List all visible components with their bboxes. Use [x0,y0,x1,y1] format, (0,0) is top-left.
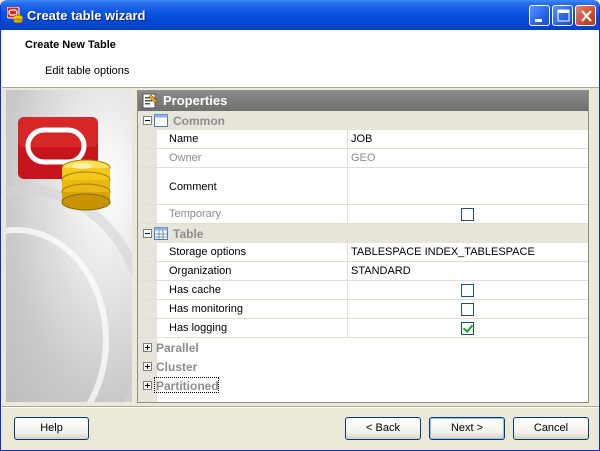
maximize-button[interactable] [552,5,573,26]
close-button[interactable] [575,5,596,26]
column-divider [347,300,348,318]
database-wizard-icon [7,7,23,23]
help-button[interactable]: Help [14,417,89,440]
wizard-header: Create New Table Edit table options [2,30,599,88]
properties-panel: Properties Common Name JOB Owner GEO Com… [137,90,589,403]
column-divider [347,319,348,337]
property-row-has-monitoring[interactable]: Has monitoring [138,300,588,319]
cancel-button[interactable]: Cancel [513,417,589,440]
column-divider [347,243,348,261]
column-divider [347,281,348,299]
column-divider [347,149,348,167]
focus-rectangle [154,377,219,393]
column-divider [347,168,348,204]
property-name: Owner [169,152,202,164]
property-name: Temporary [169,208,221,220]
property-row-temporary: Temporary [138,205,588,224]
owner-value: GEO [351,152,376,164]
has-cache-checkbox[interactable] [461,284,474,297]
property-row-name[interactable]: Name JOB [138,130,588,149]
oracle-database-illustration [6,117,132,402]
category-cluster[interactable]: Cluster [138,357,588,376]
property-row-owner: Owner GEO [138,149,588,168]
property-grid[interactable]: Common Name JOB Owner GEO Comment Tempor… [138,111,588,402]
column-divider [347,205,348,223]
minimize-button[interactable] [529,5,550,26]
maximize-icon [557,9,570,22]
button-bar: Help < Back Next > Cancel [2,406,599,450]
column-divider [347,262,348,280]
property-row-has-cache[interactable]: Has cache [138,281,588,300]
property-row-storage-options[interactable]: Storage options TABLESPACE INDEX_TABLESP… [138,243,588,262]
expand-icon[interactable] [143,381,152,390]
category-common[interactable]: Common [138,111,588,130]
page-subtitle: Edit table options [45,65,130,77]
property-row-has-logging[interactable]: Has logging [138,319,588,338]
category-partitioned[interactable]: Partitioned [138,376,588,395]
temporary-checkbox[interactable] [461,208,474,221]
property-name: Storage options [169,246,247,258]
property-row-comment[interactable]: Comment [138,168,588,205]
property-name: Organization [169,265,232,277]
properties-icon [142,93,158,109]
category-parallel[interactable]: Parallel [138,338,588,357]
property-name: Has cache [169,284,221,296]
category-label: Common [173,114,225,128]
property-name: Comment [169,181,217,193]
properties-header: Properties [138,91,588,111]
category-label: Cluster [156,360,198,374]
category-table[interactable]: Table [138,224,588,243]
properties-title: Properties [163,93,228,108]
close-icon [581,10,592,22]
property-row-organization[interactable]: Organization STANDARD [138,262,588,281]
common-category-icon [154,114,168,127]
title-bar[interactable]: Create table wizard [1,0,599,30]
wizard-window: Create table wizard Create New Table Edi… [0,0,600,451]
organization-value[interactable]: STANDARD [351,265,411,277]
name-value[interactable]: JOB [351,133,372,145]
minimize-icon [535,19,542,22]
category-label: Table [173,227,204,241]
column-divider [347,130,348,148]
has-monitoring-checkbox[interactable] [461,303,474,316]
property-name: Has logging [169,322,228,334]
expand-icon[interactable] [143,343,152,352]
has-logging-checkbox[interactable] [461,322,474,335]
storage-options-value[interactable]: TABLESPACE INDEX_TABLESPACE [351,246,535,258]
collapse-icon[interactable] [143,116,152,125]
property-name: Name [169,133,199,145]
next-button[interactable]: Next > [429,417,505,440]
expand-icon[interactable] [143,362,152,371]
back-button[interactable]: < Back [345,417,421,440]
wizard-illustration [6,90,132,402]
category-label: Parallel [156,341,199,355]
collapse-icon[interactable] [143,229,152,238]
page-title: Create New Table [25,39,116,51]
table-category-icon [154,227,168,240]
property-name: Has monitoring [169,303,243,315]
window-title: Create table wizard [27,8,146,23]
